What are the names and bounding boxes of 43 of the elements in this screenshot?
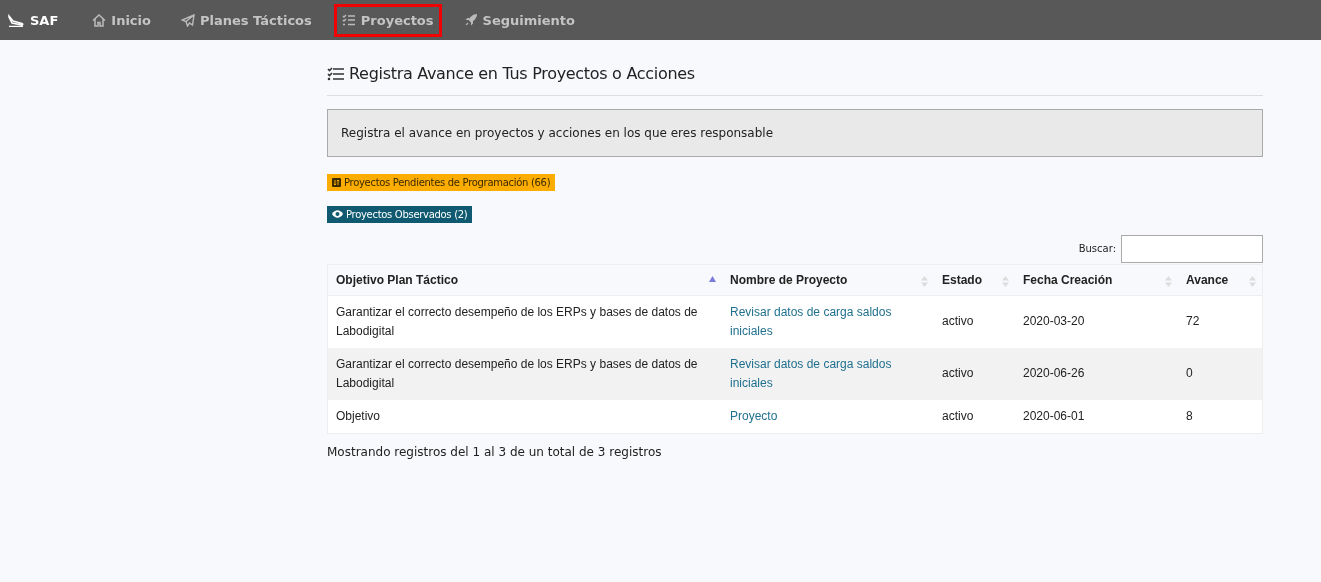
eye-icon [332, 210, 343, 218]
pending-projects-button[interactable]: Proyectos Pendientes de Programación (66) [327, 174, 556, 191]
observed-projects-button[interactable]: Proyectos Observados (2) [327, 205, 473, 223]
search-label: Buscar: [1078, 243, 1116, 254]
table-cell: activo [934, 295, 1015, 348]
project-link[interactable]: Proyecto [730, 406, 778, 426]
rocket-icon [463, 13, 478, 27]
plane-landing-icon [8, 13, 24, 27]
table-cell: activo [934, 399, 1015, 433]
table-cell: 72 [1178, 295, 1263, 348]
nav-item[interactable]: Planes Tácticos [172, 3, 320, 37]
sort-ascending-icon [709, 275, 716, 282]
checklist-icon [327, 66, 345, 81]
table-cell: 2020-03-20 [1015, 295, 1178, 348]
table-cell: Objetivo [327, 399, 722, 433]
table-cell: 0 [1178, 347, 1263, 400]
column-header[interactable]: Nombre de Proyecto [722, 264, 934, 295]
nav-item[interactable]: Seguimiento [455, 3, 583, 37]
sort-icon [1249, 275, 1256, 287]
home-icon [92, 13, 107, 27]
table-cell: activo [934, 347, 1015, 400]
sort-icon [1002, 275, 1009, 287]
nav-item[interactable]: Inicio [84, 3, 159, 37]
table-cell: 2020-06-26 [1015, 347, 1178, 400]
paper-plane-icon [180, 13, 195, 27]
table-info: Mostrando registros del 1 al 3 de un total de 3 registros [327, 444, 663, 459]
info-notice: Registra el avance en proyectos y acciones en los que eres responsable [327, 109, 1263, 157]
column-header[interactable]: Objetivo Plan Táctico [327, 264, 722, 295]
table-cell: 8 [1178, 399, 1263, 433]
sort-icon [921, 275, 928, 287]
brand-name[interactable]: SAF [30, 12, 59, 28]
search-field[interactable] [1121, 234, 1263, 263]
checklist-icon [341, 14, 356, 26]
nav-item[interactable]: Proyectos [333, 3, 442, 37]
column-header[interactable]: Fecha Creación [1015, 264, 1178, 295]
sort-square-icon [332, 178, 341, 187]
sort-icon [1165, 275, 1172, 287]
table-cell: Garantizar el correcto desempeño de los ERPs y bases de datos de Labodigital [327, 295, 722, 348]
table-cell: 2020-06-01 [1015, 399, 1178, 433]
table-cell: Garantizar el correcto desempeño de los ERPs y bases de datos de Labodigital [327, 347, 722, 400]
column-header[interactable]: Avance [1178, 264, 1263, 295]
page-title: Registra Avance en Tus Proyectos o Acciones [349, 64, 695, 83]
column-header[interactable]: Estado [934, 264, 1015, 295]
